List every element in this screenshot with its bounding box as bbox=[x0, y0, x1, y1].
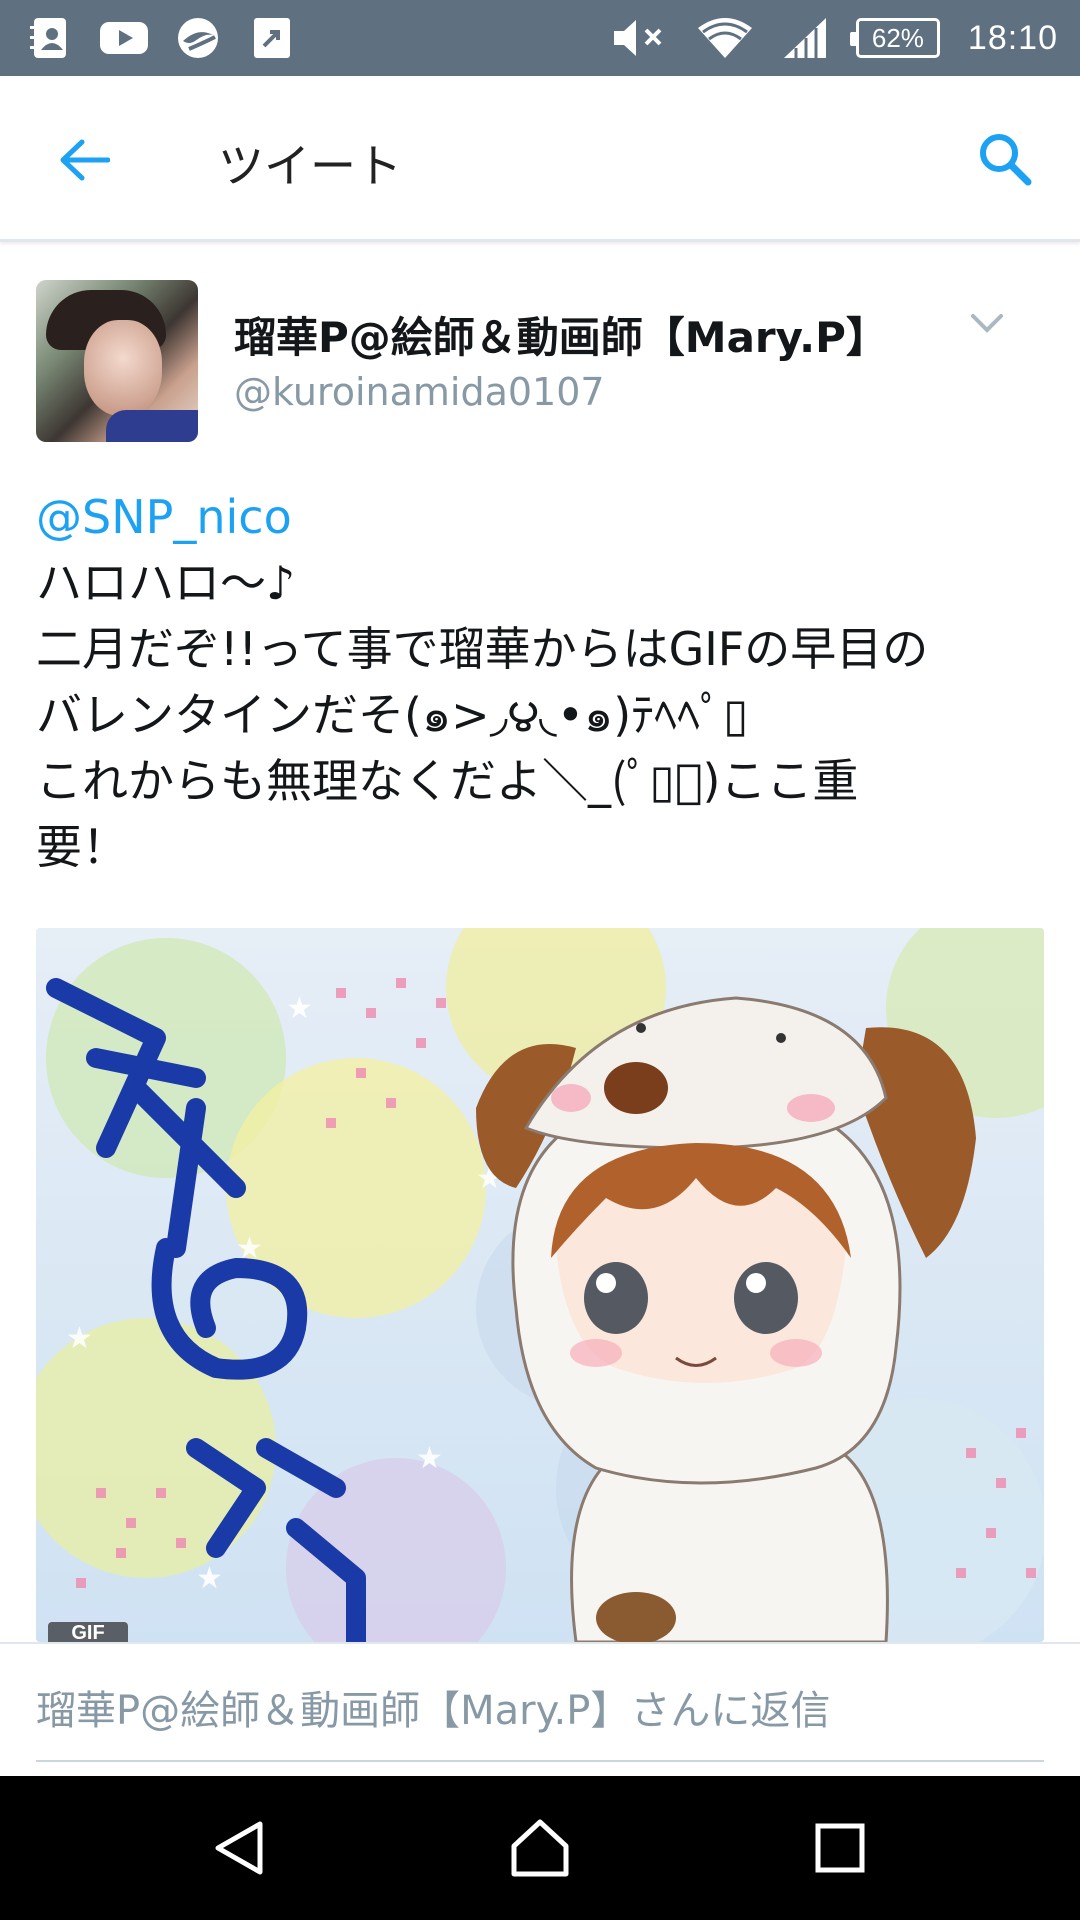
gif-badge: GIF bbox=[48, 1622, 128, 1642]
screen-transfer-icon bbox=[248, 14, 296, 62]
mention-link[interactable]: @SNP_nico bbox=[36, 484, 1046, 550]
nav-home-button[interactable] bbox=[500, 1808, 580, 1888]
reply-bar: 瑠華P@絵師＆動画師【Mary.P】さんに返信 bbox=[0, 1642, 1080, 1776]
reply-input-underline bbox=[36, 1760, 1044, 1762]
battery-indicator: 62% bbox=[849, 18, 940, 58]
page-title: ツイート bbox=[218, 139, 402, 193]
mute-icon bbox=[613, 20, 662, 56]
svg-text:★: ★ bbox=[66, 1321, 93, 1356]
svg-text:★: ★ bbox=[286, 991, 313, 1026]
system-nav-bar bbox=[0, 1776, 1080, 1920]
tweet-media-gif[interactable]: ★★★ ★★★ ★★★ bbox=[36, 928, 1044, 1642]
search-icon bbox=[980, 134, 1032, 186]
search-button[interactable] bbox=[972, 126, 1038, 192]
home-icon bbox=[511, 1819, 569, 1877]
tweet-line: ハロハロ〜♪ bbox=[36, 556, 296, 610]
system-indicators: 62% 18:10 bbox=[612, 10, 1058, 66]
tweet-line: 要！ bbox=[36, 820, 128, 874]
back-button[interactable] bbox=[52, 128, 116, 192]
status-bar: 62% 18:10 bbox=[0, 0, 1080, 76]
tweet-line: 二月だぞ!!って事で瑠華からはGIFの早目の bbox=[36, 622, 929, 676]
nav-recents-button[interactable] bbox=[800, 1808, 880, 1888]
wifi-icon bbox=[697, 18, 752, 58]
tweet-line: これからも無理なくだよ＼_(ﾟ▯ﾟ)ここ重 bbox=[36, 754, 859, 808]
display-name[interactable]: 瑠華P@絵師＆動画師【Mary.P】 bbox=[234, 304, 888, 365]
chevron-down-icon bbox=[971, 314, 1003, 333]
tweet-line: バレンタインだそ(๑>◞౪◟•๑)ﾃﾍﾍﾟ▯ bbox=[36, 688, 749, 742]
contacts-icon bbox=[26, 14, 74, 62]
svg-text:★: ★ bbox=[416, 1441, 443, 1476]
recents-icon bbox=[815, 1823, 865, 1873]
reply-input[interactable]: 瑠華P@絵師＆動画師【Mary.P】さんに返信 bbox=[36, 1678, 830, 1736]
user-handle[interactable]: @kuroinamida0107 bbox=[234, 370, 605, 414]
gif-illustration: ★★★ ★★★ ★★★ bbox=[36, 928, 1044, 1642]
svg-text:★: ★ bbox=[196, 1561, 223, 1596]
signal-icon bbox=[783, 18, 826, 58]
security-app-icon bbox=[174, 14, 222, 62]
clock: 18:10 bbox=[967, 18, 1058, 57]
arrow-left-icon bbox=[60, 139, 110, 181]
tweet-text: @SNP_nico ハロハロ〜♪ 二月だぞ!!って事で瑠華からはGIFの早目の … bbox=[36, 484, 1046, 880]
back-triangle-icon bbox=[215, 1821, 263, 1875]
nav-back-button[interactable] bbox=[200, 1808, 280, 1888]
youtube-icon bbox=[100, 14, 148, 62]
app-bar: ツイート bbox=[0, 76, 1080, 242]
tweet-menu-button[interactable] bbox=[962, 304, 1012, 344]
notification-icons bbox=[26, 14, 296, 62]
avatar[interactable] bbox=[36, 280, 198, 442]
